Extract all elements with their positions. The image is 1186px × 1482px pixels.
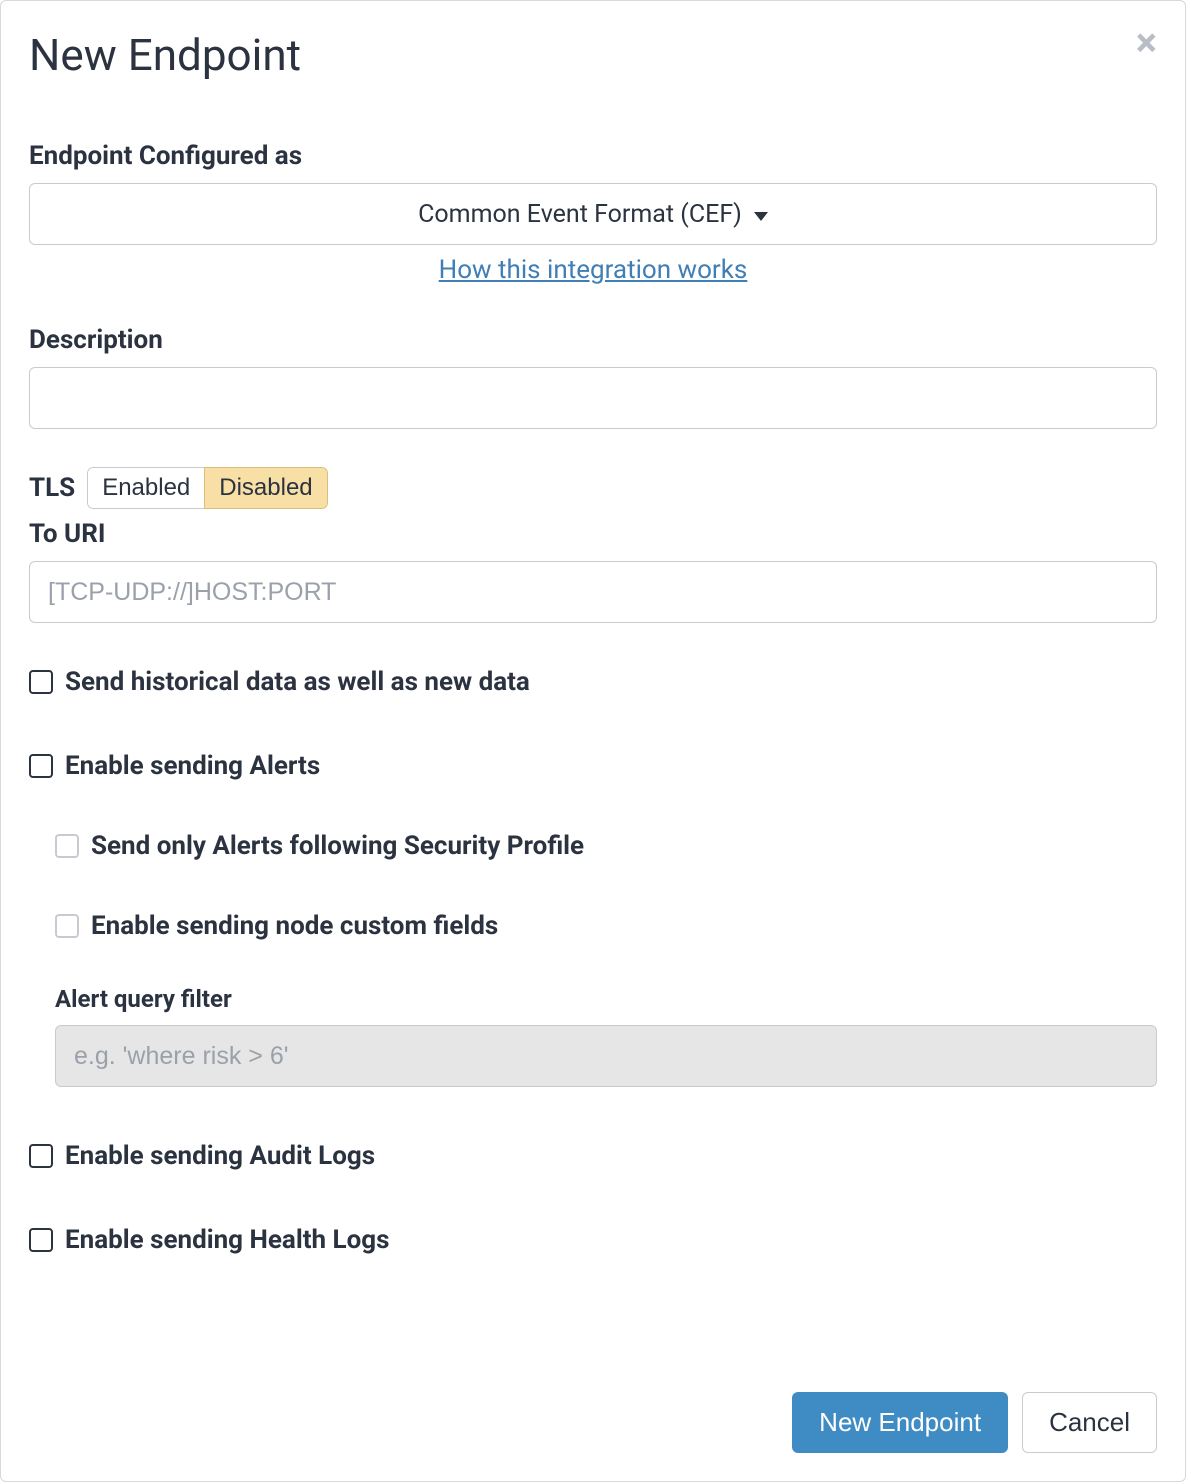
enable-health-logs-checkbox[interactable] xyxy=(29,1228,53,1252)
new-endpoint-modal: × New Endpoint Endpoint Configured as Co… xyxy=(0,0,1186,1482)
modal-title: New Endpoint xyxy=(29,29,1157,81)
modal-footer: New Endpoint Cancel xyxy=(792,1392,1157,1453)
enable-alerts-checkbox[interactable] xyxy=(29,754,53,778)
how-integration-works-link[interactable]: How this integration works xyxy=(439,255,748,285)
to-uri-input[interactable] xyxy=(29,561,1157,623)
enable-audit-logs-checkbox[interactable] xyxy=(29,1144,53,1168)
chevron-down-icon xyxy=(754,212,768,221)
send-historical-checkbox[interactable] xyxy=(29,670,53,694)
enable-node-custom-fields-checkbox[interactable] xyxy=(55,914,79,938)
tls-disabled-button[interactable]: Disabled xyxy=(204,467,327,509)
to-uri-label: To URI xyxy=(29,519,1157,549)
tls-toggle-group: Enabled Disabled xyxy=(87,467,327,509)
enable-audit-logs-label: Enable sending Audit Logs xyxy=(65,1141,375,1171)
endpoint-configured-as-label: Endpoint Configured as xyxy=(29,141,1157,171)
send-only-security-profile-checkbox[interactable] xyxy=(55,834,79,858)
enable-node-custom-fields-label: Enable sending node custom fields xyxy=(91,911,498,941)
endpoint-configured-as-select[interactable]: Common Event Format (CEF) xyxy=(29,183,1157,245)
tls-enabled-button[interactable]: Enabled xyxy=(87,467,204,509)
send-only-security-profile-label: Send only Alerts following Security Prof… xyxy=(91,831,584,861)
alert-query-filter-label: Alert query filter xyxy=(55,985,1157,1013)
tls-label: TLS xyxy=(29,473,75,503)
description-input[interactable] xyxy=(29,367,1157,429)
enable-alerts-label: Enable sending Alerts xyxy=(65,751,320,781)
new-endpoint-button[interactable]: New Endpoint xyxy=(792,1392,1008,1453)
cancel-button[interactable]: Cancel xyxy=(1022,1392,1157,1453)
description-label: Description xyxy=(29,325,1157,355)
alert-query-filter-input[interactable] xyxy=(55,1025,1157,1087)
send-historical-label: Send historical data as well as new data xyxy=(65,667,530,697)
enable-health-logs-label: Enable sending Health Logs xyxy=(65,1225,389,1255)
close-icon[interactable]: × xyxy=(1136,23,1157,63)
endpoint-configured-as-value: Common Event Format (CEF) xyxy=(418,200,742,229)
